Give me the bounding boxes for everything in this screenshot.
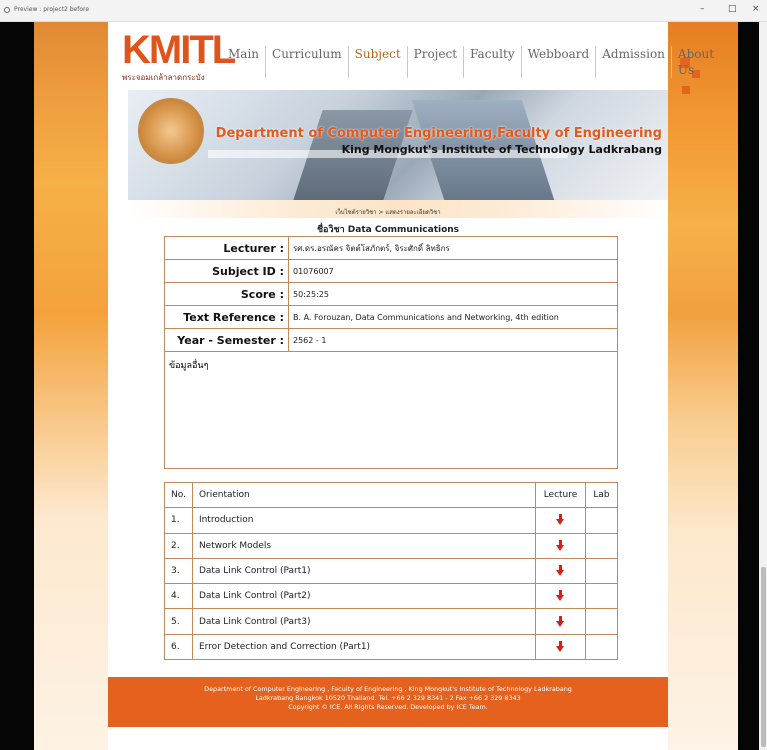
footer-copyright: Copyright © ICE. All Rights Reserved. De… — [288, 703, 488, 711]
row-number: 2. — [164, 532, 193, 559]
lecturer-label: Lecturer : — [164, 236, 289, 260]
nav-item-webboard[interactable]: Webboard — [520, 46, 596, 78]
row-title: Introduction — [191, 507, 537, 534]
lab-cell — [585, 633, 618, 661]
breadcrumb[interactable]: เว็บไซต์รายวิชา > แสดงรายละเอียดวิชา — [108, 207, 668, 217]
row-number: 6. — [164, 633, 193, 661]
col-header-orientation: Orientation — [191, 481, 537, 509]
subject-id-value: 01076007 — [288, 259, 618, 283]
lecture-cell — [535, 507, 586, 534]
col-header-lecture: Lecture — [535, 481, 586, 509]
lecture-cell — [535, 583, 586, 610]
download-arrow-icon[interactable] — [556, 615, 565, 628]
banner-subtitle: King Mongkut's Institute of Technology L… — [341, 143, 662, 156]
decorative-square — [682, 86, 690, 94]
download-arrow-icon[interactable] — [556, 539, 565, 552]
col-header-lab: Lab — [585, 481, 618, 509]
close-button[interactable]: × — [752, 4, 760, 14]
row-title: Data Link Control (Part3) — [191, 608, 537, 635]
download-arrow-icon[interactable] — [556, 640, 565, 653]
row-title: Error Detection and Correction (Part1) — [191, 633, 537, 661]
download-arrow-icon[interactable] — [556, 514, 565, 526]
row-title: Data Link Control (Part1) — [191, 557, 537, 585]
background-right — [668, 22, 767, 750]
lecture-cell — [535, 532, 586, 559]
banner-title: Department of Computer Engineering,Facul… — [215, 126, 662, 141]
row-title: Network Models — [191, 532, 537, 559]
score-value: 50:25:25 — [288, 282, 618, 306]
window-titlebar: Preview : project2 before – □ × — [0, 0, 767, 22]
nav-item-main[interactable]: Main — [222, 46, 265, 78]
lab-cell — [585, 583, 618, 610]
main-nav: Main Curriculum Subject Project Faculty … — [222, 46, 720, 78]
kmitl-logo[interactable]: KMITL พระจอมเกล้าลาดกระบัง — [122, 28, 236, 84]
subject-info-table: Lecturer : รศ.ดร.อรณัคร จิตต์โสภักตร์, จ… — [164, 236, 618, 469]
row-number: 5. — [164, 608, 193, 635]
lecture-cell — [535, 633, 586, 661]
text-reference-value: B. A. Forouzan, Data Communications and … — [288, 305, 618, 329]
page-content: KMITL พระจอมเกล้าลาดกระบัง Main Curricul… — [108, 22, 714, 750]
logo-subtext: พระจอมเกล้าลาดกระบัง — [122, 73, 205, 82]
table-row: Subject ID : 01076007 — [164, 259, 618, 283]
lab-cell — [585, 557, 618, 585]
download-arrow-icon[interactable] — [556, 565, 565, 577]
row-number: 1. — [164, 507, 193, 534]
lab-cell — [585, 532, 618, 559]
window-title: Preview : project2 before — [14, 6, 90, 13]
orientation-table: No. Orientation Lecture Lab 1. Introduct… — [164, 481, 618, 661]
score-label: Score : — [164, 282, 289, 306]
scrollbar-thumb[interactable] — [761, 567, 766, 747]
faculty-seal-icon — [138, 98, 204, 164]
row-number: 3. — [164, 557, 193, 585]
table-row: ข้อมูลอื่นๆ — [164, 351, 618, 469]
footer-line: Department of Computer Engineering , Fac… — [204, 685, 572, 693]
other-info: ข้อมูลอื่นๆ — [164, 351, 618, 469]
table-row: Text Reference : B. A. Forouzan, Data Co… — [164, 305, 618, 329]
nav-item-curriculum[interactable]: Curriculum — [265, 46, 348, 78]
row-number: 4. — [164, 583, 193, 610]
nav-item-subject[interactable]: Subject — [347, 46, 407, 78]
scrollbar[interactable] — [759, 22, 767, 750]
table-row: 3. Data Link Control (Part1) — [164, 557, 618, 585]
table-row: 5. Data Link Control (Part3) — [164, 608, 618, 635]
table-row: 4. Data Link Control (Part2) — [164, 583, 618, 610]
nav-item-admission[interactable]: Admission — [595, 46, 671, 78]
window-app-icon — [4, 7, 10, 13]
header-banner: Department of Computer Engineering,Facul… — [128, 90, 668, 200]
nav-item-faculty[interactable]: Faculty — [463, 46, 521, 78]
table-row: 6. Error Detection and Correction (Part1… — [164, 633, 618, 661]
lecture-cell — [535, 608, 586, 635]
footer-line: Ladkrabang Bangkok 10520 Thailand. Tel. … — [255, 694, 521, 702]
text-reference-label: Text Reference : — [164, 305, 289, 329]
nav-item-project[interactable]: Project — [406, 46, 463, 78]
table-row: Lecturer : รศ.ดร.อรณัคร จิตต์โสภักตร์, จ… — [164, 236, 618, 260]
table-header-row: No. Orientation Lecture Lab — [164, 481, 618, 509]
table-row: Score : 50:25:25 — [164, 282, 618, 306]
lecture-cell — [535, 557, 586, 585]
col-header-no: No. — [164, 481, 193, 509]
table-row: Year - Semester : 2562 - 1 — [164, 328, 618, 352]
subject-title: ชื่อวิชา Data Communications — [316, 225, 460, 235]
row-title: Data Link Control (Part2) — [191, 583, 537, 610]
subject-id-label: Subject ID : — [164, 259, 289, 283]
logo-text: KMITL — [122, 28, 236, 72]
year-semester-label: Year - Semester : — [164, 328, 289, 352]
footer: Department of Computer Engineering , Fac… — [108, 677, 668, 727]
lab-cell — [585, 608, 618, 635]
year-semester-value: 2562 - 1 — [288, 328, 618, 352]
table-row: 1. Introduction — [164, 507, 618, 534]
minimize-button[interactable]: – — [700, 4, 705, 14]
background-left — [0, 22, 108, 750]
lab-cell — [585, 507, 618, 534]
nav-item-about-us[interactable]: About Us — [670, 46, 720, 78]
maximize-button[interactable]: □ — [728, 4, 737, 14]
download-arrow-icon[interactable] — [556, 590, 565, 602]
table-row: 2. Network Models — [164, 532, 618, 559]
lecturer-value: รศ.ดร.อรณัคร จิตต์โสภักตร์, จิระศักดิ์ ล… — [288, 236, 618, 260]
